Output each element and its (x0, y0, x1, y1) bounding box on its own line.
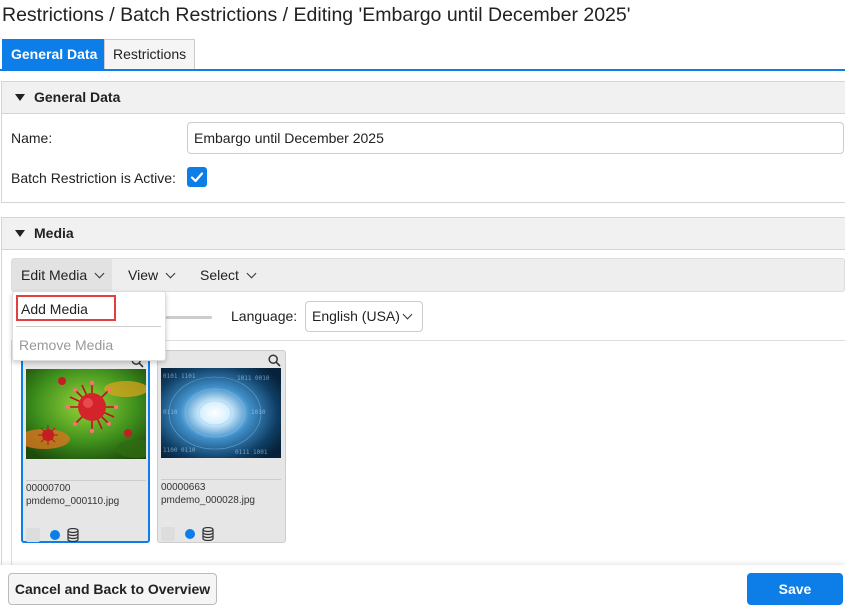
page-title: Restrictions / Batch Restrictions / Edit… (2, 4, 631, 26)
media-panel-header[interactable]: Media (2, 218, 845, 250)
media-panel: Media Edit Media View Select Add Media R… (1, 217, 845, 607)
tab-bar: General Data Restrictions (0, 38, 845, 71)
select-label: Select (200, 267, 239, 283)
media-toolbar: Edit Media View Select (11, 258, 845, 292)
active-checkbox[interactable] (187, 167, 207, 187)
general-data-panel: General Data Name: Embargo until Decembe… (1, 81, 845, 203)
card-divider (26, 480, 146, 481)
footer-bar: Cancel and Back to Overview Save (0, 565, 845, 607)
edit-media-menu[interactable]: Edit Media (12, 259, 113, 291)
tab-general-data[interactable]: General Data (2, 39, 107, 69)
general-data-panel-title: General Data (34, 89, 121, 105)
media-thumbnail-virus (26, 369, 146, 459)
card-divider (161, 479, 281, 480)
database-icon (202, 527, 214, 541)
status-dot-icon (185, 529, 195, 539)
media-id: 00000700 (26, 483, 71, 494)
chevron-down-icon (165, 268, 176, 279)
database-icon (67, 528, 79, 542)
select-checkbox-icon[interactable] (161, 527, 175, 541)
media-filename: pmdemo_000110.jpg (26, 496, 120, 507)
svg-text:0111 1001: 0111 1001 (235, 449, 268, 456)
menu-divider (16, 326, 161, 327)
card-icons (26, 528, 146, 542)
view-menu[interactable]: View (119, 259, 183, 291)
edit-media-dropdown: Add Media Remove Media (12, 291, 166, 361)
media-card[interactable]: 0101 1101 1011 0010 1100 0110 0111 1001 … (157, 350, 286, 543)
add-media-menu-item[interactable]: Add Media (16, 295, 116, 321)
media-thumbnail-binary-tunnel: 0101 1101 1011 0010 1100 0110 0111 1001 … (161, 368, 281, 458)
caret-down-icon (15, 94, 25, 101)
media-filename: pmdemo_000028.jpg (161, 495, 255, 506)
edit-media-label: Edit Media (21, 267, 88, 283)
status-dot-icon (50, 530, 60, 540)
zoom-icon[interactable] (268, 354, 281, 367)
view-label: View (128, 267, 159, 283)
save-button[interactable]: Save (747, 573, 843, 605)
caret-down-icon (15, 230, 25, 237)
select-checkbox-icon[interactable] (26, 528, 40, 542)
card-icons (161, 527, 281, 541)
svg-text:1010: 1010 (251, 409, 266, 416)
svg-text:1011 0010: 1011 0010 (237, 375, 270, 382)
svg-text:0101 1101: 0101 1101 (163, 373, 196, 380)
general-data-panel-header[interactable]: General Data (2, 82, 845, 114)
chevron-down-icon (246, 268, 257, 279)
name-label: Name: (11, 130, 53, 146)
media-card[interactable]: 00000700 pmdemo_000110.jpg (21, 350, 150, 543)
remove-media-menu-item[interactable]: Remove Media (16, 333, 113, 359)
language-label: Language: (231, 308, 298, 324)
active-label: Batch Restriction is Active: (11, 170, 176, 186)
cancel-back-button[interactable]: Cancel and Back to Overview (8, 573, 217, 605)
media-panel-title: Media (34, 225, 74, 241)
svg-text:1100 0110: 1100 0110 (163, 447, 196, 454)
name-input[interactable]: Embargo until December 2025 (187, 122, 844, 154)
tab-restrictions[interactable]: Restrictions (104, 39, 196, 69)
language-value: English (USA) (312, 308, 400, 324)
checkmark-icon (190, 172, 204, 183)
chevron-down-icon (402, 309, 413, 320)
language-select[interactable]: English (USA) (305, 301, 423, 332)
media-id: 00000663 (161, 482, 206, 493)
svg-text:0110: 0110 (163, 409, 178, 416)
chevron-down-icon (94, 268, 105, 279)
select-menu[interactable]: Select (191, 259, 264, 291)
